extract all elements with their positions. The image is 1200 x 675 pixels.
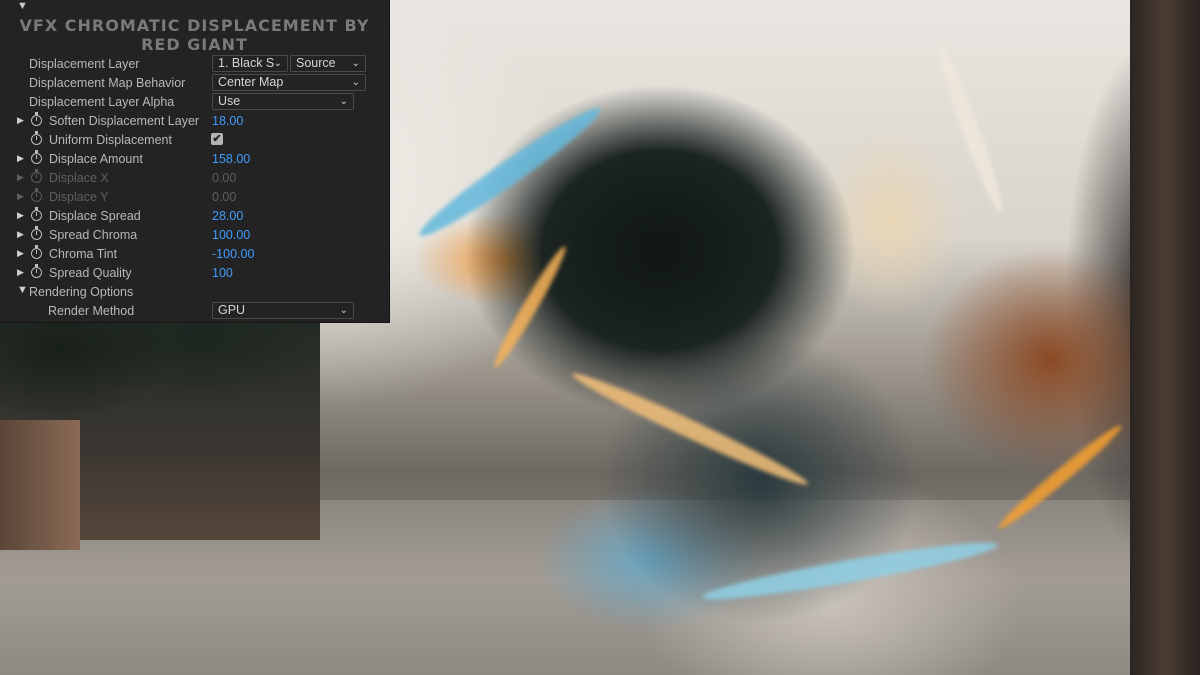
property-displace-amount: ▶ Displace Amount 158.00 [0, 150, 389, 169]
render-method-select[interactable]: GPU ⌄ [212, 302, 354, 319]
property-displacement-map-behavior: Displacement Map Behavior Center Map ⌄ [0, 74, 389, 93]
stopwatch-icon [31, 169, 42, 183]
property-group-rendering-options[interactable]: ▼ Rendering Options [0, 283, 389, 302]
property-label: Displace X [49, 171, 109, 185]
property-spread-quality: ▶ Spread Quality 100 [0, 264, 389, 283]
property-displace-x: ▶ Displace X 0.00 [0, 169, 389, 188]
tree-trunk-right [1130, 0, 1200, 675]
chevron-down-icon: ⌄ [273, 58, 282, 69]
disclosure-triangle-icon[interactable]: ▶ [17, 267, 24, 278]
property-spread-chroma: ▶ Spread Chroma 100.00 [0, 226, 389, 245]
property-label: Soften Displacement Layer [49, 114, 200, 128]
effect-title: VFX CHROMATIC DISPLACEMENT BY RED GIANT [19, 16, 370, 54]
disclosure-triangle-icon[interactable]: ▶ [17, 115, 24, 126]
property-displacement-layer-alpha: Displacement Layer Alpha Use ⌄ [0, 93, 389, 112]
map-behavior-select[interactable]: Center Map ⌄ [212, 74, 366, 91]
property-uniform-displacement: Uniform Displacement ✔ [0, 131, 389, 150]
stopwatch-icon[interactable] [31, 207, 42, 221]
chevron-down-icon: ⌄ [351, 58, 360, 69]
stopwatch-icon[interactable] [31, 131, 42, 145]
uniform-displacement-checkbox[interactable]: ✔ [211, 133, 223, 145]
disclosure-triangle-icon[interactable]: ▶ [17, 248, 24, 259]
disclosure-triangle-icon[interactable]: ▶ [17, 210, 24, 221]
property-label: Uniform Displacement [49, 133, 172, 147]
stopwatch-icon[interactable] [31, 226, 42, 240]
stopwatch-icon[interactable] [31, 150, 42, 164]
chroma-tint-value[interactable]: -100.00 [212, 247, 254, 261]
displace-y-value: 0.00 [212, 190, 237, 204]
displacement-source-select[interactable]: Source ⌄ [290, 55, 366, 72]
property-label: Render Method [48, 304, 135, 318]
wall-left [0, 420, 80, 550]
disclosure-triangle-icon[interactable]: ▶ [17, 153, 24, 164]
dropdown-value: Center Map [218, 75, 284, 89]
spread-chroma-value[interactable]: 100.00 [212, 228, 250, 242]
dropdown-value: Source [296, 56, 336, 70]
dropdown-value: GPU [218, 303, 246, 317]
soften-value[interactable]: 18.00 [212, 114, 243, 128]
chevron-down-icon: ⌄ [351, 77, 360, 88]
stopwatch-icon [31, 188, 42, 202]
property-label: Chroma Tint [49, 247, 118, 261]
displace-x-value: 0.00 [212, 171, 237, 185]
property-group-label: Rendering Options [29, 285, 134, 299]
displacement-layer-select[interactable]: 1. Black S ⌄ [212, 55, 288, 72]
dropdown-value: Use [218, 94, 241, 108]
disclosure-triangle-icon: ▶ [17, 172, 24, 182]
collapse-triangle-icon[interactable]: ▼ [17, 0, 28, 12]
property-label: Displace Amount [49, 152, 143, 166]
property-displacement-layer: Displacement Layer 1. Black S ⌄ Source ⌄ [0, 55, 389, 74]
property-render-method: Render Method GPU ⌄ [0, 302, 389, 321]
layer-alpha-select[interactable]: Use ⌄ [212, 93, 354, 110]
property-label: Displacement Map Behavior [29, 76, 186, 90]
property-label: Spread Chroma [49, 228, 138, 242]
chevron-down-icon: ⌄ [339, 305, 348, 316]
chevron-down-icon: ⌄ [339, 96, 348, 107]
disclosure-triangle-icon: ▶ [17, 191, 24, 201]
displace-amount-value[interactable]: 158.00 [212, 152, 250, 166]
disclosure-triangle-open-icon[interactable]: ▼ [17, 284, 28, 296]
property-displace-spread: ▶ Displace Spread 28.00 [0, 207, 389, 226]
property-label: Displace Spread [49, 209, 141, 223]
stopwatch-icon[interactable] [31, 245, 42, 259]
displace-spread-value[interactable]: 28.00 [212, 209, 243, 223]
dropdown-value: 1. Black S [218, 56, 275, 70]
property-chroma-tint: ▶ Chroma Tint -100.00 [0, 245, 389, 264]
property-label: Spread Quality [49, 266, 132, 280]
effect-header: ▼ VFX CHROMATIC DISPLACEMENT BY RED GIAN… [0, 0, 389, 54]
effect-controls-panel: ▼ VFX CHROMATIC DISPLACEMENT BY RED GIAN… [0, 0, 390, 323]
chromatic-displacement-swirl [330, 0, 1200, 675]
spread-quality-value[interactable]: 100 [212, 266, 233, 280]
stopwatch-icon[interactable] [31, 264, 42, 278]
property-label: Displacement Layer [29, 57, 140, 71]
property-displace-y: ▶ Displace Y 0.00 [0, 188, 389, 207]
stopwatch-icon[interactable] [31, 112, 42, 126]
property-label: Displace Y [49, 190, 109, 204]
property-soften-displacement-layer: ▶ Soften Displacement Layer 18.00 [0, 112, 389, 131]
disclosure-triangle-icon[interactable]: ▶ [17, 229, 24, 240]
property-label: Displacement Layer Alpha [29, 95, 175, 109]
